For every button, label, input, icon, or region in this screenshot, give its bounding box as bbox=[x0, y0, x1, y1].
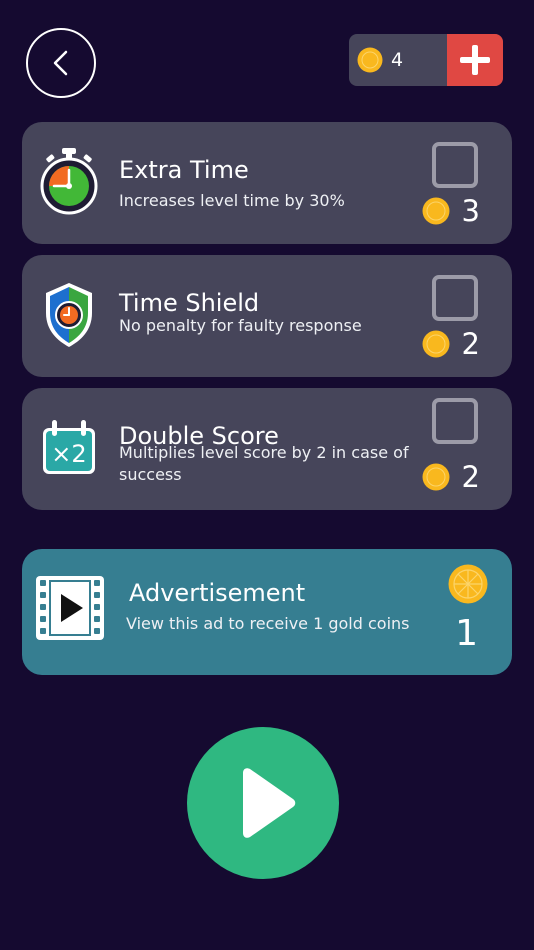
powerup-title: Time Shield bbox=[119, 289, 260, 317]
play-icon bbox=[243, 768, 296, 838]
powerup-description: No penalty for faulty response bbox=[119, 316, 362, 335]
powerup-checkbox[interactable] bbox=[432, 142, 478, 188]
plus-icon bbox=[460, 45, 490, 75]
powerup-title: Extra Time bbox=[119, 156, 249, 184]
powerup-price: 2 bbox=[422, 327, 480, 361]
powerup-card-double-score[interactable]: ×2 Double Score Multiplies level score b… bbox=[22, 388, 512, 510]
powerup-card-extra-time[interactable]: Extra Time Increases level time by 30% 3 bbox=[22, 122, 512, 244]
powerup-price-value: 2 bbox=[461, 460, 480, 494]
powerup-checkbox[interactable] bbox=[432, 275, 478, 321]
powerup-price: 2 bbox=[422, 460, 480, 494]
powerup-checkbox[interactable] bbox=[432, 398, 478, 444]
gold-coin-icon bbox=[422, 330, 450, 358]
advertisement-description: View this ad to receive 1 gold coins bbox=[126, 614, 410, 633]
advertisement-card[interactable]: Advertisement View this ad to receive 1 … bbox=[22, 549, 512, 675]
gold-coin-icon bbox=[422, 463, 450, 491]
powerup-screen: 4 Extra Time Increases level time by 30% bbox=[0, 0, 534, 950]
stopwatch-icon bbox=[40, 148, 98, 215]
powerup-card-time-shield[interactable]: Time Shield No penalty for faulty respon… bbox=[22, 255, 512, 377]
coin-count: 4 bbox=[391, 49, 404, 71]
coin-balance: 4 bbox=[349, 34, 503, 86]
film-play-icon bbox=[36, 576, 104, 640]
advertisement-title: Advertisement bbox=[129, 579, 306, 607]
powerup-description: Multiplies level score by 2 in case of s… bbox=[119, 443, 409, 484]
add-coins-button[interactable] bbox=[447, 34, 503, 86]
powerup-price: 3 bbox=[422, 194, 480, 228]
gold-coin-icon bbox=[422, 197, 450, 225]
play-button[interactable] bbox=[187, 727, 339, 879]
powerup-description: Increases level time by 30% bbox=[119, 191, 345, 210]
powerup-price-value: 2 bbox=[461, 327, 480, 361]
svg-text:×2: ×2 bbox=[51, 440, 86, 468]
advertisement-reward: 1 bbox=[455, 613, 478, 654]
shield-clock-icon bbox=[46, 283, 92, 347]
back-button[interactable] bbox=[26, 28, 96, 98]
gold-coin-icon bbox=[357, 47, 383, 73]
powerup-price-value: 3 bbox=[461, 194, 480, 228]
chevron-left-icon bbox=[53, 50, 68, 76]
gold-coin-icon bbox=[448, 564, 488, 604]
calendar-x2-icon: ×2 bbox=[43, 420, 95, 474]
